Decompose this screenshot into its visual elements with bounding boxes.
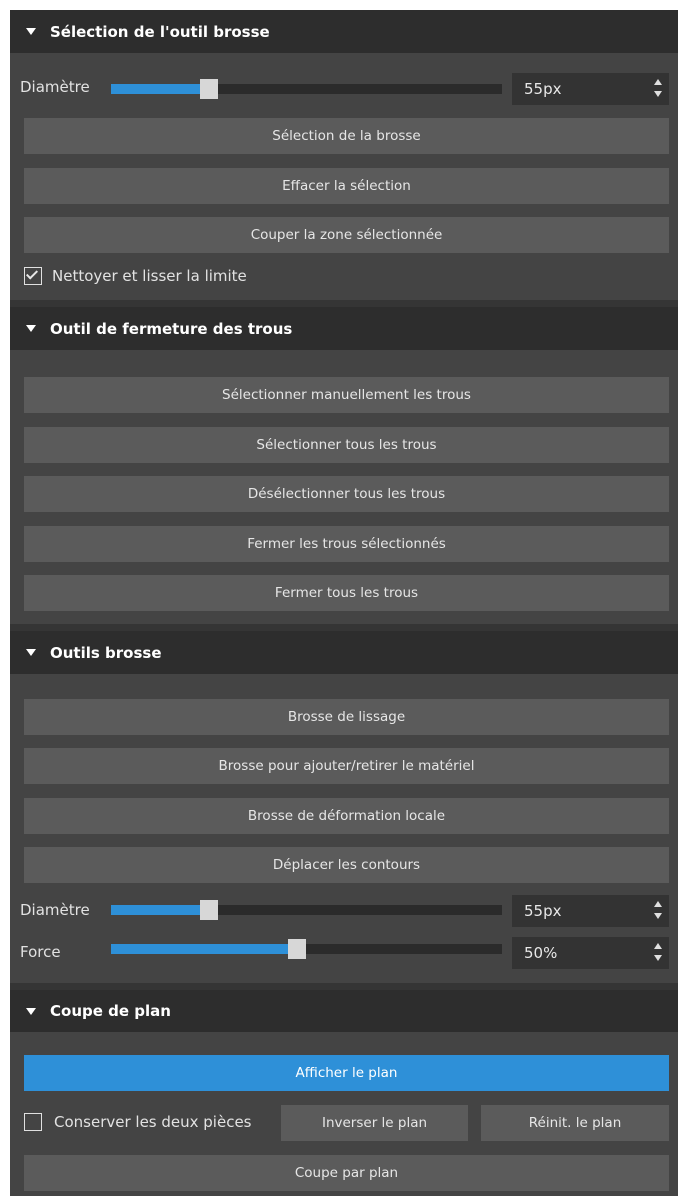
cut-selected-area-button[interactable]: Couper la zone sélectionnée <box>24 217 669 253</box>
slider-handle[interactable] <box>200 900 218 920</box>
section-header-plane-cut[interactable]: Coupe de plan <box>10 990 678 1032</box>
section-separator <box>10 624 678 631</box>
arrow-up-icon[interactable] <box>654 79 662 85</box>
force-value: 50% <box>524 944 558 962</box>
slider-fill <box>111 944 297 954</box>
arrow-down-icon[interactable] <box>654 91 662 97</box>
add-remove-material-brush-button[interactable]: Brosse pour ajouter/retirer le matériel <box>24 748 669 784</box>
move-contours-button[interactable]: Déplacer les contours <box>24 847 669 883</box>
force-label: Force <box>20 943 61 961</box>
collapse-triangle-icon <box>26 325 36 332</box>
diameter-label: Diamètre <box>20 901 90 919</box>
diameter-label: Diamètre <box>20 78 90 96</box>
brush-selection-button[interactable]: Sélection de la brosse <box>24 118 669 154</box>
spin-arrows[interactable] <box>654 943 662 961</box>
clean-boundary-checkbox[interactable] <box>24 267 42 285</box>
slider-handle[interactable] <box>200 79 218 99</box>
arrow-down-icon[interactable] <box>654 955 662 961</box>
force-spinbox[interactable]: 50% <box>512 937 669 969</box>
diameter-value: 55px <box>524 902 562 920</box>
select-holes-manually-button[interactable]: Sélectionner manuellement les trous <box>24 377 669 413</box>
keep-both-pieces-label: Conserver les deux pièces <box>54 1113 252 1131</box>
clear-selection-button[interactable]: Effacer la sélection <box>24 168 669 204</box>
section-header-hole-closing[interactable]: Outil de fermeture des trous <box>10 307 678 350</box>
spin-arrows[interactable] <box>654 79 662 97</box>
deselect-all-holes-button[interactable]: Désélectionner tous les trous <box>24 476 669 512</box>
section-title: Coupe de plan <box>50 1002 171 1020</box>
diameter-slider[interactable] <box>111 900 502 920</box>
diameter-slider[interactable] <box>111 79 502 99</box>
local-deformation-brush-button[interactable]: Brosse de déformation locale <box>24 798 669 834</box>
arrow-down-icon[interactable] <box>654 913 662 919</box>
spin-arrows[interactable] <box>654 901 662 919</box>
show-plane-button[interactable]: Afficher le plan <box>24 1055 669 1091</box>
check-icon <box>25 267 39 280</box>
collapse-triangle-icon <box>26 649 36 656</box>
collapse-triangle-icon <box>26 1007 36 1015</box>
keep-both-pieces-checkbox[interactable] <box>24 1113 42 1131</box>
section-separator <box>10 983 678 990</box>
diameter-value: 55px <box>524 80 562 98</box>
select-all-holes-button[interactable]: Sélectionner tous les trous <box>24 427 669 463</box>
section-separator <box>10 300 678 307</box>
diameter-spinbox[interactable]: 55px <box>512 73 669 105</box>
section-header-brush-selection[interactable]: Sélection de l'outil brosse <box>10 10 678 53</box>
section-title: Outils brosse <box>50 643 162 662</box>
section-title: Sélection de l'outil brosse <box>50 22 270 41</box>
force-slider[interactable] <box>111 939 502 959</box>
section-header-brush-tools[interactable]: Outils brosse <box>10 631 678 674</box>
section-title: Outil de fermeture des trous <box>50 319 293 338</box>
slider-fill <box>111 84 209 94</box>
arrow-up-icon[interactable] <box>654 943 662 949</box>
smoothing-brush-button[interactable]: Brosse de lissage <box>24 699 669 735</box>
slider-handle[interactable] <box>288 939 306 959</box>
cut-by-plane-button[interactable]: Coupe par plan <box>24 1155 669 1191</box>
arrow-up-icon[interactable] <box>654 901 662 907</box>
invert-plane-button[interactable]: Inverser le plan <box>281 1105 468 1141</box>
clean-boundary-label: Nettoyer et lisser la limite <box>52 267 247 285</box>
close-selected-holes-button[interactable]: Fermer les trous sélectionnés <box>24 526 669 562</box>
slider-fill <box>111 905 209 915</box>
close-all-holes-button[interactable]: Fermer tous les trous <box>24 575 669 611</box>
diameter-spinbox[interactable]: 55px <box>512 895 669 927</box>
reset-plane-button[interactable]: Réinit. le plan <box>481 1105 669 1141</box>
collapse-triangle-icon <box>26 28 36 35</box>
